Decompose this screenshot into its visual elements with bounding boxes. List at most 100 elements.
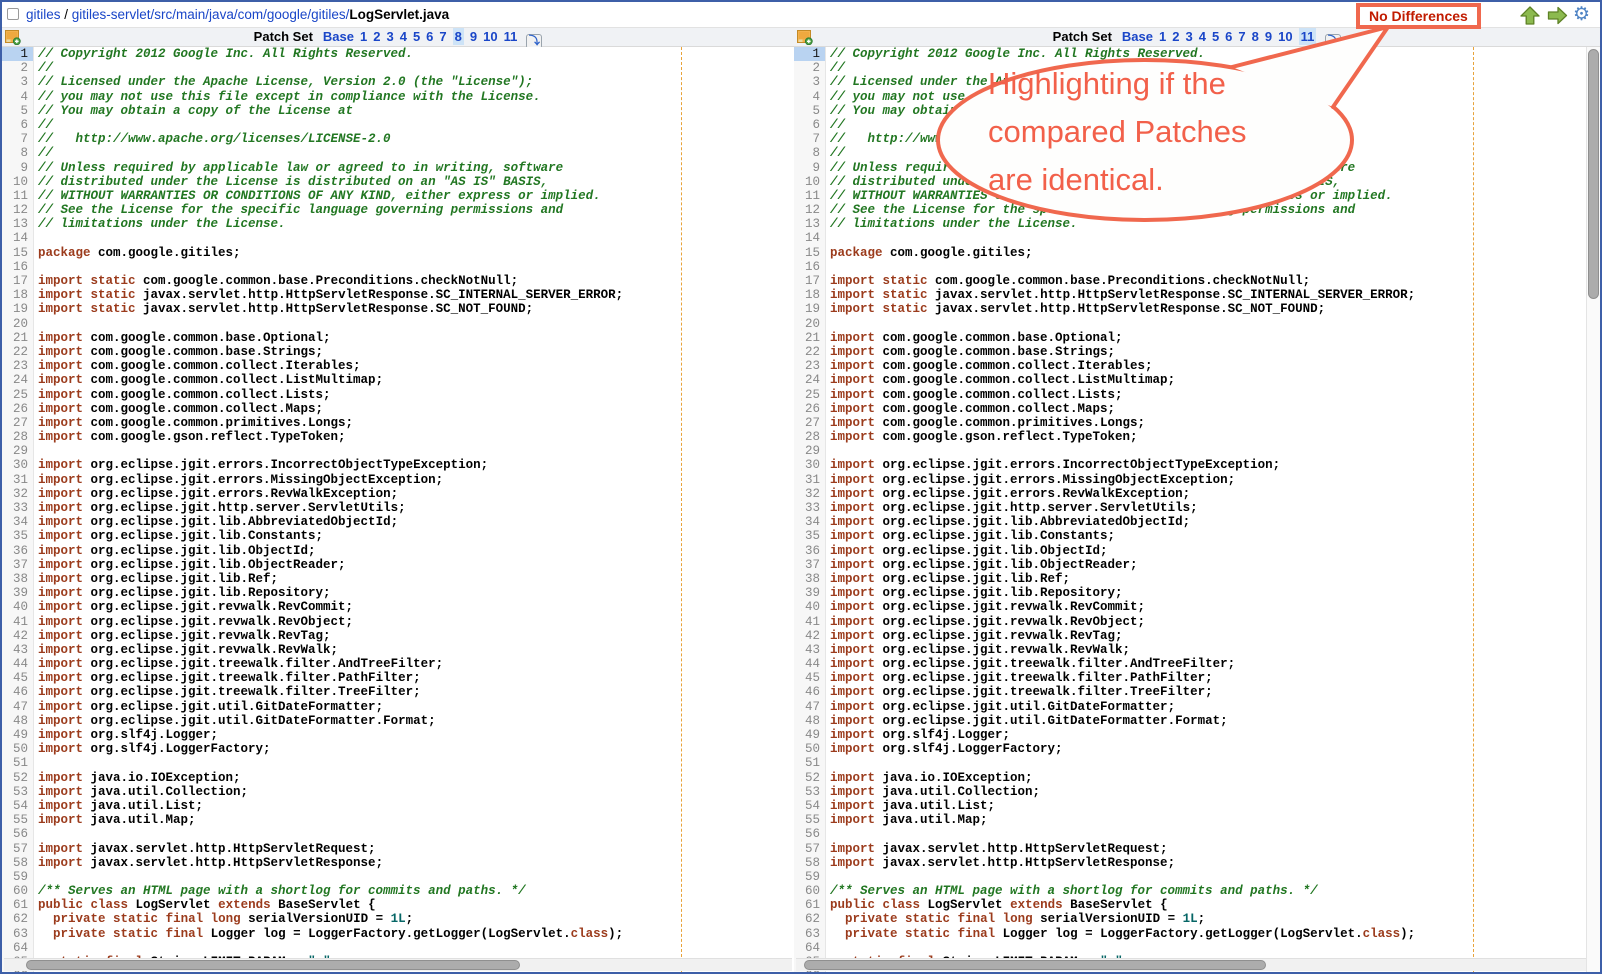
line-number[interactable]: 17 [794,274,826,288]
patch-set-link-8[interactable]: 8 [453,28,464,45]
line-number[interactable]: 52 [794,771,826,785]
line-number[interactable]: 50 [794,742,826,756]
line-number[interactable]: 14 [794,231,826,245]
line-number[interactable]: 25 [2,388,34,402]
line-number[interactable]: 9 [794,161,826,175]
line-number[interactable]: 29 [2,444,34,458]
patch-set-link-11[interactable]: 11 [1299,28,1317,45]
line-number[interactable]: 21 [794,331,826,345]
line-number[interactable]: 32 [794,487,826,501]
patch-set-link-3[interactable]: 3 [1185,29,1192,44]
line-number[interactable]: 42 [794,629,826,643]
line-number[interactable]: 48 [2,714,34,728]
patch-set-link-9[interactable]: 9 [1265,29,1272,44]
line-number[interactable]: 51 [794,756,826,770]
line-number[interactable]: 18 [2,288,34,302]
line-number[interactable]: 2 [794,61,826,75]
next-file-icon[interactable] [1546,6,1568,25]
line-number[interactable]: 62 [2,912,34,926]
line-number[interactable]: 53 [794,785,826,799]
line-number[interactable]: 49 [2,728,34,742]
line-number[interactable]: 8 [2,146,34,160]
line-number[interactable]: 60 [2,884,34,898]
line-number[interactable]: 1 [2,47,34,61]
line-number[interactable]: 62 [794,912,826,926]
line-number[interactable]: 30 [794,458,826,472]
line-number[interactable]: 36 [794,544,826,558]
line-number[interactable]: 15 [2,246,34,260]
line-number[interactable]: 12 [794,203,826,217]
line-number[interactable]: 48 [794,714,826,728]
line-number[interactable]: 47 [794,700,826,714]
line-number[interactable]: 20 [2,317,34,331]
line-number[interactable]: 35 [794,529,826,543]
vertical-scrollbar-thumb[interactable] [1588,49,1599,299]
line-number[interactable]: 7 [2,132,34,146]
line-number[interactable]: 63 [2,927,34,941]
line-number[interactable]: 5 [794,104,826,118]
line-number[interactable]: 41 [794,615,826,629]
line-number[interactable]: 53 [2,785,34,799]
line-number[interactable]: 13 [2,217,34,231]
patch-set-link-7[interactable]: 7 [439,29,446,44]
patch-set-link-5[interactable]: 5 [1212,29,1219,44]
line-number[interactable]: 11 [794,189,826,203]
line-number[interactable]: 46 [2,685,34,699]
line-number[interactable]: 46 [794,685,826,699]
line-number[interactable]: 19 [2,302,34,316]
line-number[interactable]: 17 [2,274,34,288]
patch-set-link-6[interactable]: 6 [426,29,433,44]
line-number[interactable]: 31 [2,473,34,487]
line-number[interactable]: 56 [2,827,34,841]
line-number[interactable]: 22 [2,345,34,359]
line-number[interactable]: 11 [2,189,34,203]
line-number[interactable]: 58 [794,856,826,870]
horizontal-scrollbar-thumb[interactable] [804,960,1266,970]
line-number[interactable]: 44 [794,657,826,671]
line-number[interactable]: 55 [2,813,34,827]
patch-set-link-8[interactable]: 8 [1252,29,1259,44]
line-number[interactable]: 26 [2,402,34,416]
patch-set-link-4[interactable]: 4 [400,29,407,44]
breadcrumb-path-link[interactable]: gitiles-servlet/src/main/java/com/google… [72,7,350,22]
line-number[interactable]: 34 [2,515,34,529]
line-number[interactable]: 54 [794,799,826,813]
line-number[interactable]: 41 [2,615,34,629]
line-number[interactable]: 43 [2,643,34,657]
patch-set-link-10[interactable]: 10 [1278,29,1292,44]
line-number[interactable]: 51 [2,756,34,770]
line-number[interactable]: 42 [2,629,34,643]
line-number[interactable]: 57 [2,842,34,856]
patch-set-link-2[interactable]: 2 [1172,29,1179,44]
line-number[interactable]: 3 [794,75,826,89]
line-number[interactable]: 32 [2,487,34,501]
line-number[interactable]: 29 [794,444,826,458]
line-number[interactable]: 45 [2,671,34,685]
line-number[interactable]: 21 [2,331,34,345]
line-number[interactable]: 31 [794,473,826,487]
line-number[interactable]: 27 [794,416,826,430]
line-number[interactable]: 2 [2,61,34,75]
line-number[interactable]: 33 [2,501,34,515]
line-number[interactable]: 8 [794,146,826,160]
line-number[interactable]: 3 [2,75,34,89]
line-number[interactable]: 39 [794,586,826,600]
line-number[interactable]: 16 [2,260,34,274]
line-number[interactable]: 60 [794,884,826,898]
line-number[interactable]: 35 [2,529,34,543]
patch-set-link-1[interactable]: 1 [1159,29,1166,44]
line-number[interactable]: 23 [2,359,34,373]
line-number[interactable]: 10 [794,175,826,189]
line-number[interactable]: 14 [2,231,34,245]
patch-set-link-4[interactable]: 4 [1199,29,1206,44]
line-number[interactable]: 47 [2,700,34,714]
patch-set-link-11[interactable]: 11 [504,29,518,44]
line-number[interactable]: 15 [794,246,826,260]
line-number[interactable]: 33 [794,501,826,515]
line-number[interactable]: 6 [2,118,34,132]
line-number[interactable]: 36 [2,544,34,558]
line-number[interactable]: 16 [794,260,826,274]
patch-set-link-5[interactable]: 5 [413,29,420,44]
line-number[interactable]: 64 [794,941,826,955]
line-number[interactable]: 12 [2,203,34,217]
